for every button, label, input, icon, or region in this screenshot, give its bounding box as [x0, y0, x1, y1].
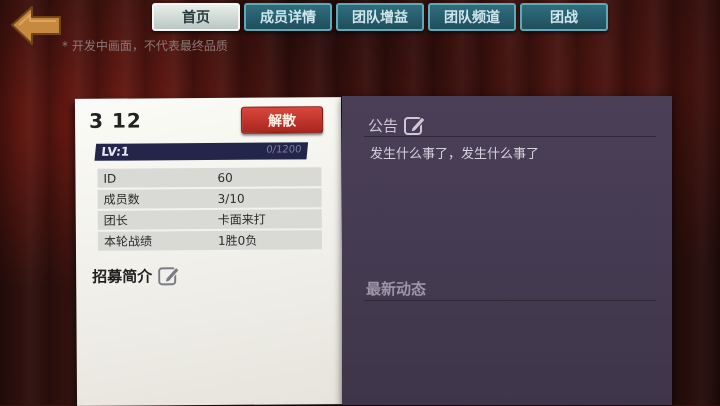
- info-row-members: 成员数 3/10: [97, 188, 322, 209]
- announcement-title: 公告: [368, 116, 399, 135]
- back-button[interactable]: [10, 4, 64, 46]
- info-key: 本轮战绩: [103, 234, 152, 249]
- info-value: 卡面来打: [217, 212, 266, 227]
- latest-news-title: 最新动态: [366, 280, 427, 298]
- team-number: 3 12: [89, 108, 142, 133]
- edit-announcement-button[interactable]: [404, 114, 426, 136]
- tab-team-battle[interactable]: 团战: [520, 3, 608, 31]
- info-key: 团长: [103, 213, 128, 228]
- team-board-panel: 公告 发生什么事了，发生什么事了 最新动态: [342, 96, 672, 405]
- announcement-divider: [364, 136, 656, 137]
- info-value: 3/10: [217, 191, 245, 206]
- level-progress-fill: [94, 143, 97, 161]
- edit-pencil-icon: [158, 266, 180, 286]
- team-info-table: ID 60 成员数 3/10 团长 卡面来打 本轮战绩 1胜0负: [97, 167, 322, 253]
- team-level-bar: LV:1 0/1200: [94, 142, 309, 161]
- info-row-record: 本轮战绩 1胜0负: [97, 230, 322, 251]
- announcement-header: 公告: [368, 114, 426, 136]
- back-arrow-icon: [11, 6, 61, 45]
- info-key: ID: [103, 171, 117, 186]
- edit-recruit-button[interactable]: [158, 264, 180, 286]
- tab-home[interactable]: 首页: [152, 3, 240, 31]
- info-row-id: ID 60: [97, 167, 322, 188]
- dev-notice: * 开发中画面，不代表最终品质: [62, 39, 228, 53]
- info-key: 成员数: [103, 192, 140, 207]
- team-info-card: 3 12 解散 LV:1 0/1200 ID 60 成员数 3/10 团长 卡面…: [74, 97, 344, 406]
- recruit-section: 招募简介: [92, 264, 180, 287]
- level-label: LV:1: [100, 144, 130, 159]
- info-value: 60: [217, 170, 233, 185]
- tab-team-channel[interactable]: 团队频道: [428, 3, 516, 31]
- info-value: 1胜0负: [217, 233, 258, 248]
- tab-team-buffs[interactable]: 团队增益: [336, 3, 424, 31]
- recruit-label: 招募简介: [92, 266, 153, 286]
- tab-member-details[interactable]: 成员详情: [244, 3, 332, 31]
- disband-button[interactable]: 解散: [240, 106, 324, 134]
- tab-bar: 首页 成员详情 团队增益 团队频道 团战: [152, 3, 608, 31]
- edit-pencil-icon: [404, 116, 426, 135]
- announcement-text: 发生什么事了，发生什么事了: [370, 147, 540, 162]
- info-row-leader: 团长 卡面来打: [97, 209, 322, 230]
- exp-text: 0/1200: [265, 144, 302, 156]
- news-divider: [364, 300, 656, 301]
